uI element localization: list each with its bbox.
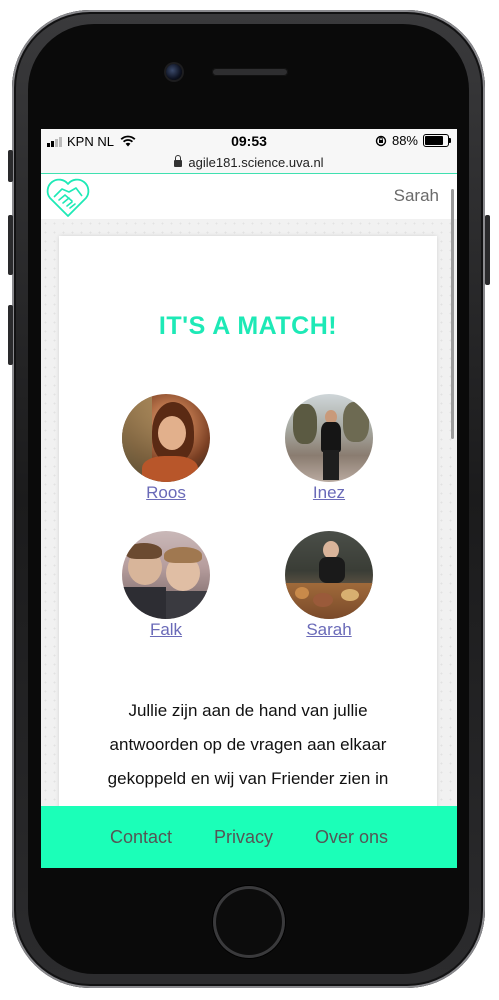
phone-screen: KPN NL 09:53 88% agile181.science.uva.nl… [41,129,457,868]
rotation-lock-icon [375,135,387,146]
match-title: IT'S A MATCH! [158,312,338,340]
footer: Contact Privacy Over ons [41,806,457,868]
avatar[interactable] [122,394,210,482]
member-link-inez[interactable]: Inez [279,483,379,503]
footer-link-contact[interactable]: Contact [110,827,172,848]
earpiece-speaker [212,68,288,76]
home-button[interactable] [213,886,285,958]
member-link-sarah[interactable]: Sarah [279,620,379,640]
battery-percent: 88% [391,133,418,148]
footer-link-privacy[interactable]: Privacy [214,827,273,848]
avatar[interactable] [122,531,210,619]
app-header: Sarah [41,174,457,220]
footer-link-over-ons[interactable]: Over ons [315,827,388,848]
match-card: IT'S A MATCH! Roos Inez Falk Sarah Julli… [59,236,437,836]
front-camera [166,64,182,80]
battery-icon [423,134,451,147]
status-bar: KPN NL 09:53 88% [41,129,457,153]
mute-switch [8,150,13,182]
power-button [485,215,490,285]
scrollbar[interactable] [451,189,454,439]
header-username[interactable]: Sarah [394,186,439,206]
url-text: agile181.science.uva.nl [188,154,324,170]
friender-logo-icon[interactable] [45,176,91,218]
volume-up-button [8,215,13,275]
match-description: Jullie zijn aan de hand van jullie antwo… [107,701,389,788]
address-bar[interactable]: agile181.science.uva.nl [41,151,457,174]
lock-icon [174,154,183,167]
avatar[interactable] [285,531,373,619]
member-roos: Roos [116,394,216,503]
member-link-falk[interactable]: Falk [116,620,216,640]
avatar[interactable] [285,394,373,482]
volume-down-button [8,305,13,365]
member-link-roos[interactable]: Roos [116,483,216,503]
member-inez: Inez [279,394,379,503]
status-right: 88% [375,133,451,148]
member-sarah: Sarah [279,531,379,640]
member-falk: Falk [116,531,216,640]
battery-fill [425,136,443,145]
